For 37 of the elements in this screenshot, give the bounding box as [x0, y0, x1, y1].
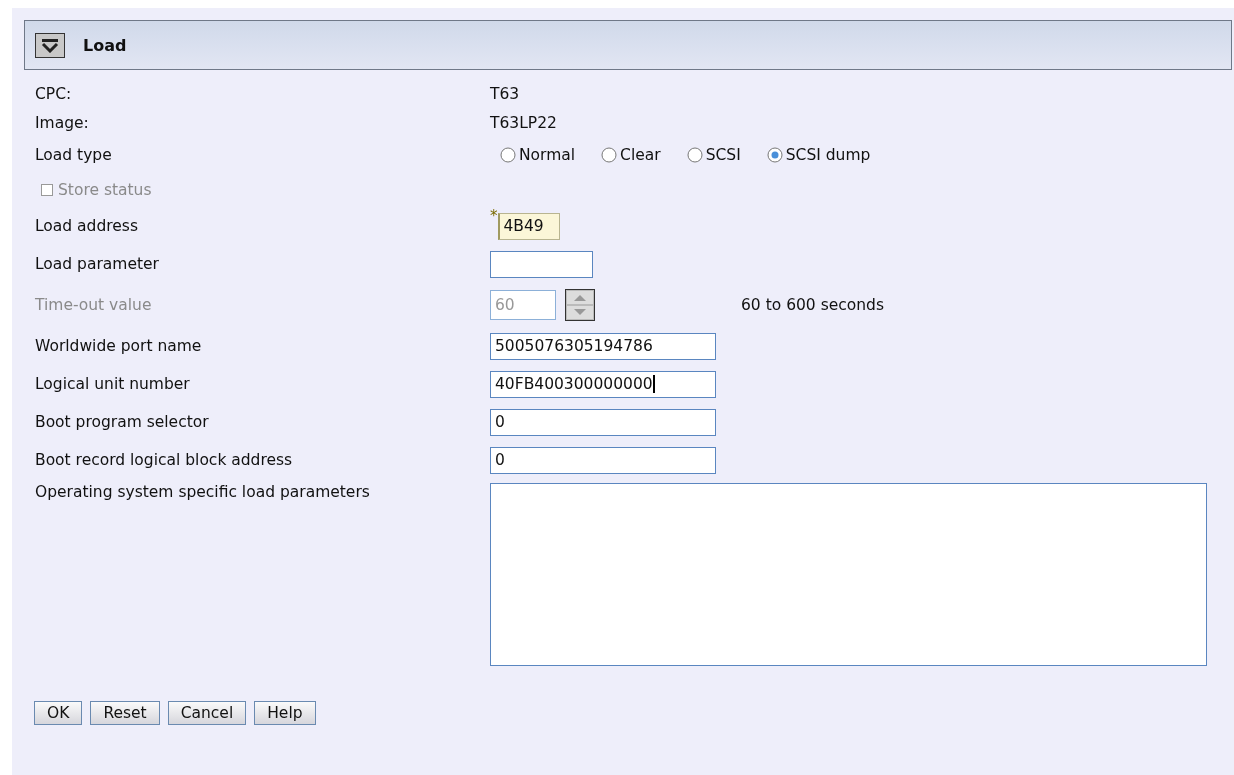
input-field[interactable]: 4B49: [497, 212, 560, 240]
input-field[interactable]: 0: [490, 446, 716, 474]
radio-icon[interactable]: [686, 147, 703, 163]
section-title: Load: [83, 35, 127, 55]
field-label: Time-out value: [35, 296, 153, 314]
field-label: Logical unit number: [35, 375, 191, 393]
dialog-button[interactable]: Cancel: [167, 701, 247, 725]
dialog-button[interactable]: Reset: [90, 701, 160, 725]
radio-icon[interactable]: [500, 147, 516, 163]
field-label: Operating system specific load parameters: [35, 483, 371, 501]
chevron-icon[interactable]: [41, 37, 59, 53]
dialog-button[interactable]: OK: [34, 701, 83, 725]
radio-icon[interactable]: [766, 147, 783, 163]
field-value: T63: [490, 84, 521, 103]
radio-option[interactable]: Normal: [500, 146, 576, 164]
field-label: Load address: [35, 217, 139, 235]
collapse-button[interactable]: [35, 32, 65, 58]
spinner-arrows-icon[interactable]: [565, 289, 595, 321]
range-hint: 60 to 600 seconds: [741, 296, 884, 314]
radio-icon[interactable]: [601, 147, 618, 163]
field-label: Boot record logical block address: [35, 451, 294, 469]
input-field[interactable]: [490, 250, 593, 278]
required-mark: *: [490, 206, 498, 225]
field-label: Worldwide port name: [35, 337, 203, 355]
radio-option[interactable]: Clear: [601, 146, 661, 164]
field-label: CPC:: [35, 84, 73, 103]
input-field[interactable]: 40FB400300000000: [490, 370, 716, 398]
field-label: Load parameter: [35, 255, 160, 273]
field-label: Image:: [35, 113, 90, 132]
field-label: Load type: [35, 146, 113, 164]
field-value: T63LP22: [490, 113, 558, 132]
field-label: Boot program selector: [35, 413, 210, 431]
radio-option[interactable]: SCSI: [686, 146, 741, 164]
radio-option[interactable]: SCSI dump: [766, 146, 871, 164]
input-field[interactable]: 5005076305194786: [490, 332, 716, 360]
input-field[interactable]: 0: [490, 408, 716, 436]
dialog-button[interactable]: Help: [254, 701, 316, 725]
